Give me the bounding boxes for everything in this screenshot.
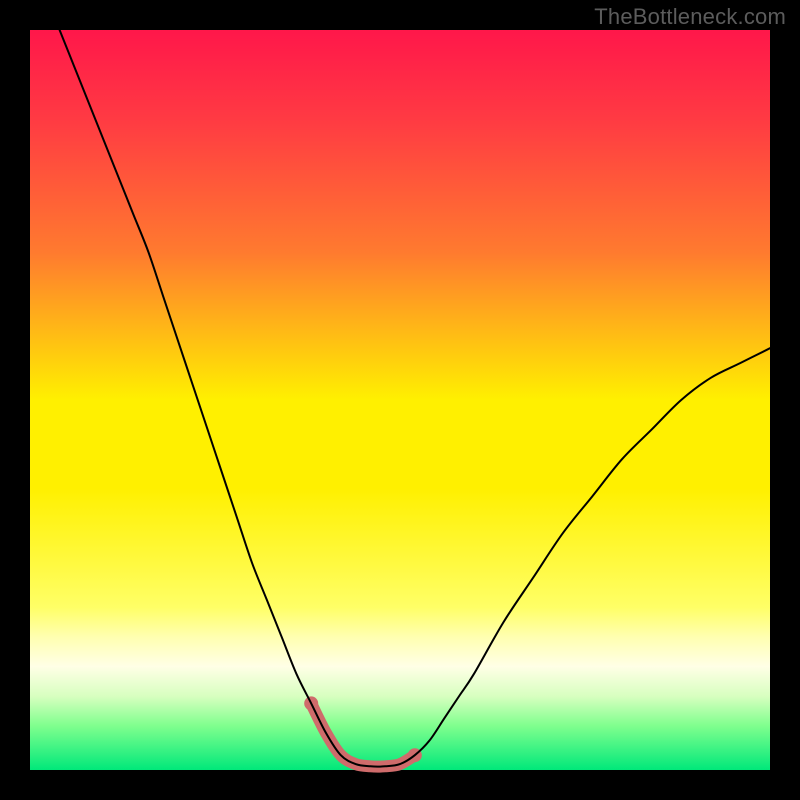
chart-plot-area bbox=[30, 30, 770, 770]
chart-frame: TheBottleneck.com bbox=[0, 0, 800, 800]
bottleneck-chart bbox=[0, 0, 800, 800]
watermark-text: TheBottleneck.com bbox=[594, 4, 786, 30]
